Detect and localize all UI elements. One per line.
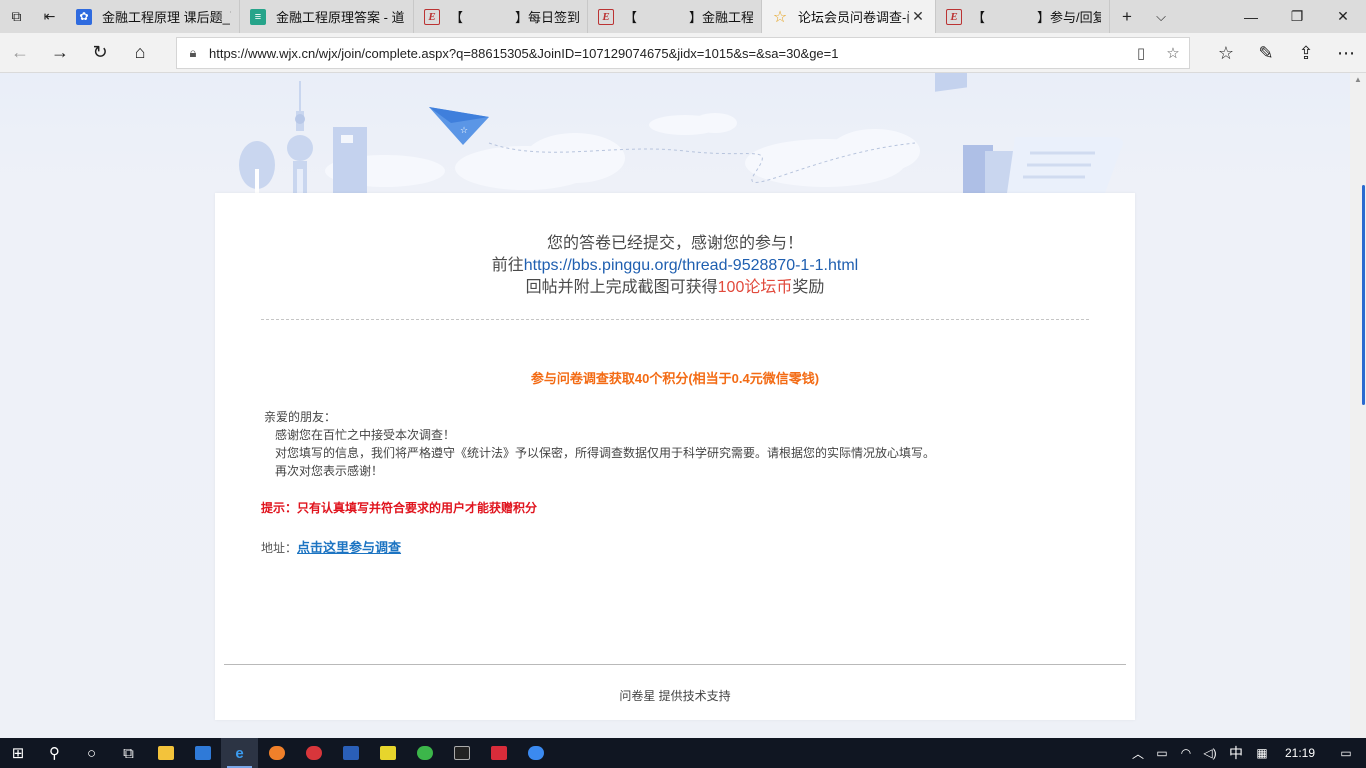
page-scrollbar[interactable]: ▲ xyxy=(1350,73,1366,738)
lock-icon[interactable]: 🔒︎ xyxy=(177,45,209,61)
tab-preview-chevron-icon[interactable]: ⌵ xyxy=(1144,0,1178,33)
home-icon[interactable]: ⌂ xyxy=(120,33,160,73)
toolbar-right: ☆ ✎ ⇪ ⋯ xyxy=(1206,33,1366,73)
tab-4[interactable]: E 【 】金融工程原理 xyxy=(588,0,762,33)
notification-center-icon[interactable]: ▭ xyxy=(1326,746,1366,760)
firefox-icon[interactable] xyxy=(258,738,295,768)
navigation-bar: ← → ↻ ⌂ 🔒︎ https://www.wjx.cn/wjx/join/c… xyxy=(0,33,1366,73)
close-tab-icon[interactable]: ✕ xyxy=(909,8,927,25)
dashed-divider xyxy=(261,319,1089,320)
footer-divider xyxy=(224,664,1126,665)
volume-icon[interactable]: ◁) xyxy=(1198,746,1222,760)
new-tab-plus-icon[interactable]: + xyxy=(1110,0,1144,33)
refresh-icon[interactable]: ↻ xyxy=(80,33,120,73)
goto-line: 前往https://bbs.pinggu.org/thread-9528870-… xyxy=(215,255,1135,277)
battery-icon[interactable]: ▭ xyxy=(1150,746,1174,760)
set-aside-tabs-icon[interactable]: ⇤ xyxy=(33,0,66,33)
completion-card: 您的答卷已经提交，感谢您的参与！ 前往https://bbs.pinggu.or… xyxy=(215,193,1135,720)
scroll-up-icon[interactable]: ▲ xyxy=(1350,73,1366,87)
forum-e-icon: E xyxy=(424,8,440,25)
wechat-icon[interactable] xyxy=(406,738,443,768)
close-window-icon[interactable]: ✕ xyxy=(1320,0,1366,33)
restore-icon[interactable]: ❐ xyxy=(1274,0,1320,33)
address-bar[interactable]: 🔒︎ https://www.wjx.cn/wjx/join/complete.… xyxy=(176,37,1190,69)
survey-letter: 亲爱的朋友： 感谢您在百忙之中接受本次调查！ 对您填写的信息，我们将严格遵守《统… xyxy=(264,408,935,480)
tabstrip-spacer xyxy=(1178,0,1228,33)
powershell-icon[interactable] xyxy=(332,738,369,768)
survey-address: 地址：点击这里参与调查 xyxy=(261,537,401,556)
reward-amount: 100论坛币 xyxy=(717,279,793,296)
wifi-icon[interactable]: ◠ xyxy=(1174,746,1198,760)
favorites-list-icon[interactable]: ☆ xyxy=(1206,33,1246,73)
eligibility-tip: 提示：只有认真填写并符合要求的用户才能获赠积分 xyxy=(261,501,538,515)
file-explorer-icon[interactable] xyxy=(147,738,184,768)
task-view-icon[interactable]: ⧉ xyxy=(110,738,147,768)
page-viewport: ☆ 您的答卷已经提交，感谢您的参与！ 前往https://bbs.pinggu.… xyxy=(0,73,1350,738)
submission-message: 您的答卷已经提交，感谢您的参与！ 前往https://bbs.pinggu.or… xyxy=(215,233,1135,299)
clock[interactable]: 21:19 xyxy=(1274,746,1326,760)
yellow-app-icon[interactable] xyxy=(369,738,406,768)
tab-actions-icon[interactable]: ⧉ xyxy=(0,0,33,33)
tab-title: 【 】每日签到 - 经 xyxy=(450,10,579,25)
join-survey-link[interactable]: 点击这里参与调查 xyxy=(297,540,401,555)
letter-paragraph: 对您填写的信息，我们将严格遵守《统计法》予以保密，所得调查数据仅用于科学研究需要… xyxy=(275,446,936,460)
ime-indicator[interactable]: 中 xyxy=(1222,743,1250,763)
tab-title: 【 】参与/回复主 xyxy=(972,10,1101,25)
tab-title: 【 】金融工程原理 xyxy=(624,10,753,25)
tab-title: 论坛会员问卷调查-问卷 xyxy=(798,10,909,25)
banner-illustration: ☆ xyxy=(239,73,1123,193)
minimize-icon[interactable]: — xyxy=(1228,0,1274,33)
cortana-circle-icon[interactable]: ○ xyxy=(73,738,110,768)
tab-6[interactable]: E 【 】参与/回复主 xyxy=(936,0,1110,33)
more-menu-icon[interactable]: ⋯ xyxy=(1326,33,1366,73)
taskbar: ⊞ ⚲ ○ ⧉ e ︿ ▭ ◠ ◁) 中 ▦ 21:19 ▭ xyxy=(0,738,1366,768)
submitted-text: 您的答卷已经提交，感谢您的参与！ xyxy=(546,235,803,252)
share-icon[interactable]: ⇪ xyxy=(1286,33,1326,73)
tab-1[interactable]: ✿ 金融工程原理 课后题_百 xyxy=(66,0,240,33)
url-text[interactable]: https://www.wjx.cn/wjx/join/complete.asp… xyxy=(209,46,1125,61)
scroll-thumb[interactable] xyxy=(1362,185,1365,405)
search-icon[interactable]: ⚲ xyxy=(36,738,73,768)
doc-icon: ≡ xyxy=(250,8,266,25)
forward-arrow-icon[interactable]: → xyxy=(40,33,80,73)
forum-e-icon: E xyxy=(598,8,614,25)
mail-icon[interactable] xyxy=(184,738,221,768)
tab-strip: ⧉ ⇤ ✿ 金融工程原理 课后题_百 ≡ 金融工程原理答案 - 道客 E 【 】… xyxy=(0,0,1366,33)
reward-prefix: 回帖并附上完成截图可获得 xyxy=(525,279,718,296)
tab-5-active[interactable]: ☆ 论坛会员问卷调查-问卷 ✕ xyxy=(762,0,936,33)
promo-title: 参与问卷调查获取40个积分(相当于0.4元微信零钱) xyxy=(530,371,820,386)
baidu-paw-icon: ✿ xyxy=(76,8,92,25)
star-icon: ☆ xyxy=(772,8,788,26)
forum-thread-link[interactable]: https://bbs.pinggu.org/thread-9528870-1-… xyxy=(524,257,858,274)
tab-2[interactable]: ≡ 金融工程原理答案 - 道客 xyxy=(240,0,414,33)
tab-3[interactable]: E 【 】每日签到 - 经 xyxy=(414,0,588,33)
back-arrow-icon[interactable]: ← xyxy=(0,33,40,73)
feishu-icon[interactable] xyxy=(517,738,554,768)
letter-paragraph: 感谢您在百忙之中接受本次调查！ xyxy=(275,428,456,442)
letter-greeting: 亲爱的朋友： xyxy=(264,410,337,424)
svg-text:☆: ☆ xyxy=(460,126,468,136)
forum-e-icon: E xyxy=(946,8,962,25)
system-tray: ︿ ▭ ◠ ◁) 中 ▦ 21:19 ▭ xyxy=(1126,738,1366,768)
goto-prefix: 前往 xyxy=(491,257,524,274)
reward-line: 回帖并附上完成截图可获得100论坛币奖励 xyxy=(215,277,1135,299)
favorite-star-icon[interactable]: ☆ xyxy=(1157,44,1189,62)
reward-suffix: 奖励 xyxy=(792,279,825,296)
windows-start-icon[interactable]: ⊞ xyxy=(0,738,36,768)
command-prompt-icon[interactable] xyxy=(443,738,480,768)
footer-credit: 问卷星 提供技术支持 xyxy=(619,689,731,703)
tab-title: 金融工程原理 课后题_百 xyxy=(102,10,231,25)
ime-mode-grid-icon[interactable]: ▦ xyxy=(1250,746,1274,760)
pen-notes-icon[interactable]: ✎ xyxy=(1246,33,1286,73)
address-label: 地址： xyxy=(261,541,298,555)
edge-browser-icon[interactable]: e xyxy=(221,738,258,768)
red-app-icon[interactable] xyxy=(480,738,517,768)
show-hidden-icons-icon[interactable]: ︿ xyxy=(1126,745,1150,762)
weibo-icon[interactable] xyxy=(295,738,332,768)
tab-title: 金融工程原理答案 - 道客 xyxy=(276,10,405,25)
reading-view-icon[interactable]: ▯ xyxy=(1125,44,1157,62)
letter-paragraph: 再次对您表示感谢！ xyxy=(275,464,384,478)
